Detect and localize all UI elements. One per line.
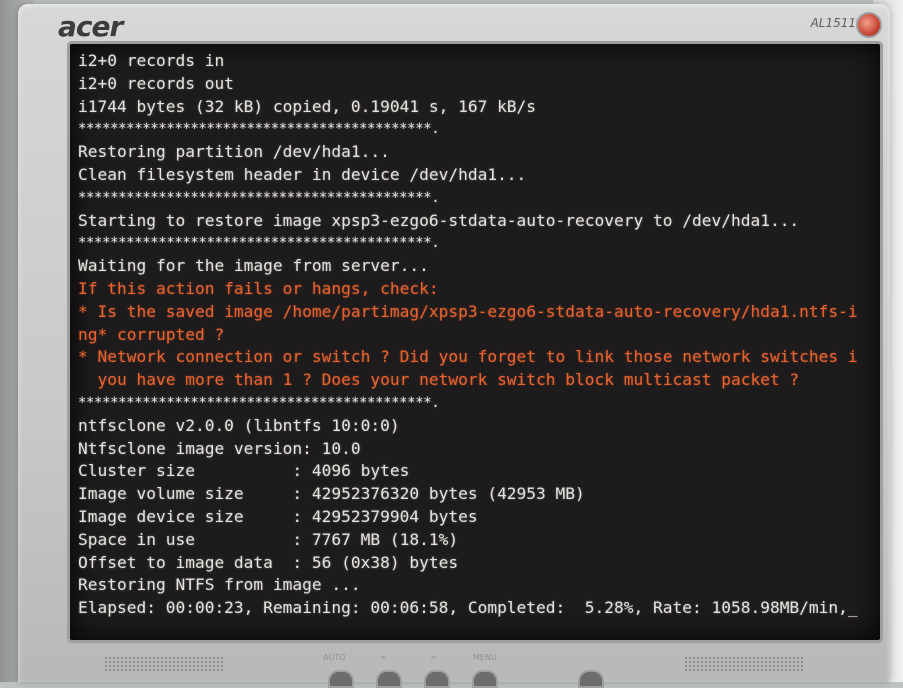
power-button[interactable] — [578, 670, 604, 688]
speaker-grille-left — [104, 656, 224, 672]
speaker-grille-right — [684, 656, 804, 672]
terminal-line: Space in use : 7767 MB (18.1%) — [78, 529, 459, 549]
terminal-line: Clean filesystem header in device /dev/h… — [78, 164, 527, 184]
terminal-line: Elapsed: 00:00:23, Remaining: 00:06:58, … — [78, 598, 858, 618]
auto-button[interactable] — [328, 670, 354, 688]
terminal-line: Restoring partition /dev/hda1... — [78, 142, 390, 162]
auto-label: AUTO — [323, 653, 346, 662]
left-button[interactable] — [376, 670, 402, 688]
monitor-screen: i2+0 records in i2+0 records out i1744 byt… — [70, 44, 880, 640]
monitor-bezel: acer AL1511 i2+0 records in i2+0 records … — [18, 4, 890, 688]
terminal-line: Ntfsclone image version: 10.0 — [78, 438, 361, 458]
terminal-line: Starting to restore image xpsp3-ezgo6-st… — [78, 210, 800, 230]
terminal-line: Waiting for the image from server... — [78, 256, 429, 276]
terminal-line: ntfsclone v2.0.0 (libntfs 10:0:0) — [78, 415, 400, 435]
terminal-line: * Network connection or switch ? Did you… — [78, 347, 858, 367]
terminal-line: ****************************************… — [78, 235, 440, 252]
terminal-line: * Is the saved image /home/partimag/xpsp… — [78, 301, 858, 321]
terminal-line: Restoring NTFS from image ... — [78, 575, 361, 595]
terminal-line: ng* corrupted ? — [78, 324, 225, 344]
right-button[interactable] — [424, 670, 450, 688]
right-arrow-label: > — [430, 653, 437, 662]
terminal-line: i1744 bytes (32 kB) copied, 0.19041 s, 1… — [78, 96, 537, 116]
terminal-line: Cluster size : 4096 bytes — [78, 461, 410, 481]
terminal-line: i2+0 records in — [78, 51, 225, 70]
terminal-line: If this action fails or hangs, check: — [78, 278, 439, 298]
menu-label: MENU — [473, 653, 497, 662]
left-arrow-label: < — [380, 653, 387, 662]
terminal-line: ****************************************… — [78, 121, 440, 138]
brand-logo: acer — [58, 10, 123, 43]
terminal-output: i2+0 records in i2+0 records out i1744 byt… — [78, 50, 880, 620]
terminal-line: ****************************************… — [78, 394, 440, 411]
power-logo-icon — [856, 12, 882, 38]
menu-button[interactable] — [472, 670, 498, 688]
terminal-line: you have more than 1 ? Does your network… — [78, 370, 800, 390]
terminal-line: Image volume size : 42952376320 bytes (4… — [78, 484, 585, 504]
front-controls: AUTO < > MENU — [18, 642, 890, 688]
model-label: AL1511 — [810, 16, 856, 30]
terminal-line: Image device size : 42952379904 bytes — [78, 506, 478, 526]
terminal-line: Offset to image data : 56 (0x38) bytes — [78, 552, 459, 572]
terminal-line: i2+0 records out — [78, 73, 234, 93]
terminal-line: ****************************************… — [78, 189, 440, 206]
